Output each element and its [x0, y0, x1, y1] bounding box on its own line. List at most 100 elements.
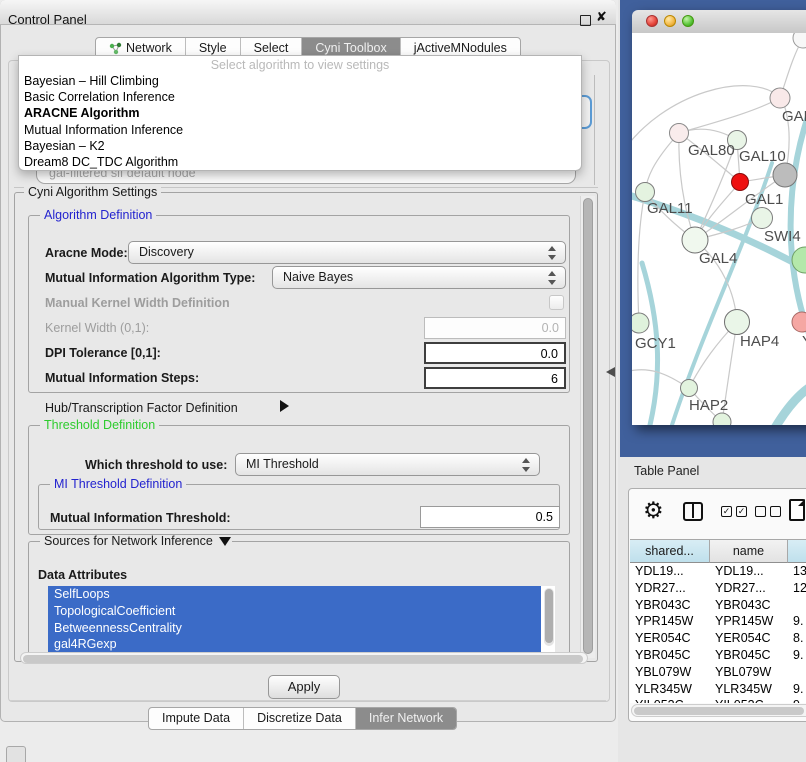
network-node[interactable]: [773, 163, 797, 187]
network-node[interactable]: [681, 380, 698, 397]
bottom-tab-discretize-data[interactable]: Discretize Data: [244, 708, 356, 729]
algorithm-option-bayesian-hill-climbing[interactable]: Bayesian – Hill Climbing: [19, 73, 581, 89]
column-layout-icon[interactable]: [683, 502, 703, 521]
table-cell[interactable]: YBR043C: [630, 597, 710, 614]
table-row[interactable]: YPR145WYPR145W9.: [630, 613, 806, 630]
mi-type-combo[interactable]: Naive Bayes: [272, 266, 566, 289]
data-attribute-item[interactable]: BetweennessCentrality: [48, 620, 541, 637]
data-attributes-list[interactable]: SelfLoopsTopologicalCoefficientBetweenne…: [48, 586, 555, 654]
expander-arrow-icon[interactable]: [280, 400, 289, 412]
apply-button[interactable]: Apply: [268, 675, 340, 699]
table-cell[interactable]: YBR043C: [710, 597, 788, 614]
dpi-tolerance-field[interactable]: 0.0: [424, 342, 566, 364]
kernel-width-field[interactable]: 0.0: [424, 317, 566, 339]
column-header[interactable]: [788, 539, 806, 563]
table-cell[interactable]: 13: [788, 563, 806, 580]
table-cell[interactable]: 9: [788, 697, 806, 703]
table-hscrollbar[interactable]: [631, 704, 806, 717]
column-header[interactable]: name: [710, 539, 788, 563]
collapse-arrow-icon[interactable]: [219, 537, 231, 546]
table-row[interactable]: YER054CYER054C8.: [630, 630, 806, 647]
table-cell[interactable]: YPR145W: [630, 613, 710, 630]
network-node[interactable]: [636, 183, 655, 202]
hub-definition-expander[interactable]: Hub/Transcription Factor Definition: [45, 401, 238, 415]
table-cell[interactable]: YLR345W: [630, 681, 710, 698]
mi-threshold-field[interactable]: 0.5: [420, 506, 560, 528]
table-cell[interactable]: 9.: [788, 681, 806, 698]
select-all-checks-icon[interactable]: ✓✓: [721, 506, 747, 517]
network-window-titlebar[interactable]: [632, 10, 806, 34]
algorithm-option-basic-correlation-inference[interactable]: Basic Correlation Inference: [19, 89, 581, 105]
network-node[interactable]: [792, 312, 806, 332]
aracne-mode-combo[interactable]: Discovery: [128, 241, 566, 264]
table-row[interactable]: YDL19...YDL19...13: [630, 563, 806, 580]
algorithm-option-aracne-algorithm[interactable]: ARACNE Algorithm: [19, 105, 581, 121]
network-view-window[interactable]: GALGAL80GAL10GAL11GAL1SWI4GAL4GCY1HAP4YH…: [632, 10, 806, 425]
algorithm-option-mutual-information-inference[interactable]: Mutual Information Inference: [19, 122, 581, 138]
manual-kernel-checkbox[interactable]: [549, 295, 564, 310]
control-panel-title: Control Panel: [8, 12, 87, 27]
table-cell[interactable]: YBR045C: [630, 647, 710, 664]
close-icon[interactable]: ✘: [596, 9, 607, 25]
table-cell[interactable]: YDL19...: [630, 563, 710, 580]
table-cell[interactable]: 9.: [788, 613, 806, 630]
network-canvas[interactable]: GALGAL80GAL10GAL11GAL1SWI4GAL4GCY1HAP4YH…: [632, 33, 806, 425]
float-window-icon[interactable]: [580, 15, 591, 26]
data-attribute-item[interactable]: TopologicalCoefficient: [48, 603, 541, 620]
table-cell[interactable]: YER054C: [630, 630, 710, 647]
new-file-icon[interactable]: [789, 499, 805, 521]
deselect-all-checks-icon[interactable]: [755, 506, 781, 517]
network-node[interactable]: [770, 88, 790, 108]
table-row[interactable]: YBR043CYBR043C: [630, 597, 806, 614]
node-label: Y: [802, 333, 806, 350]
table-cell[interactable]: YIL052C: [710, 697, 788, 703]
table-cell[interactable]: 12: [788, 580, 806, 597]
algorithm-option-dream8-dc-tdc-algorithm[interactable]: Dream8 DC_TDC Algorithm: [19, 154, 581, 170]
network-node[interactable]: [732, 174, 749, 191]
network-node[interactable]: [752, 208, 773, 229]
table-cell[interactable]: YDR27...: [710, 580, 788, 597]
settings-hscrollbar[interactable]: [20, 652, 588, 664]
table-cell[interactable]: YIL052C: [630, 697, 710, 703]
sources-group-title[interactable]: Sources for Network Inference: [40, 535, 232, 548]
table-row[interactable]: YBR045CYBR045C9.: [630, 647, 806, 664]
bottom-tab-impute-data[interactable]: Impute Data: [149, 708, 244, 729]
network-node[interactable]: [670, 124, 689, 143]
minimize-traffic-icon[interactable]: [664, 15, 676, 27]
close-traffic-icon[interactable]: [646, 15, 658, 27]
network-node[interactable]: [632, 313, 649, 333]
table-row[interactable]: YIL052CYIL052C9: [630, 697, 806, 703]
which-threshold-combo[interactable]: MI Threshold: [235, 453, 540, 476]
minimized-panel-icon[interactable]: [6, 746, 26, 762]
maximize-traffic-icon[interactable]: [682, 15, 694, 27]
table-cell[interactable]: YLR345W: [710, 681, 788, 698]
table-cell[interactable]: 9.: [788, 647, 806, 664]
mi-steps-field[interactable]: 6: [424, 367, 566, 389]
table-row[interactable]: YLR345WYLR345W9.: [630, 681, 806, 698]
data-attribute-item[interactable]: SelfLoops: [48, 586, 541, 603]
settings-scrollbar[interactable]: [580, 196, 595, 658]
network-node[interactable]: [793, 33, 806, 48]
list-scrollbar[interactable]: [544, 588, 554, 646]
table-cell[interactable]: YDR27...: [630, 580, 710, 597]
table-row[interactable]: YDR27...YDR27...12: [630, 580, 806, 597]
gear-icon[interactable]: ⚙: [643, 497, 664, 524]
column-header[interactable]: shared...: [630, 539, 710, 563]
network-node[interactable]: [713, 413, 731, 425]
algorithm-option-bayesian-k2[interactable]: Bayesian – K2: [19, 138, 581, 154]
data-attribute-item[interactable]: gal4RGexp: [48, 636, 541, 653]
table-cell[interactable]: YBL079W: [630, 664, 710, 681]
table-cell[interactable]: [788, 597, 806, 614]
bottom-tab-infer-network[interactable]: Infer Network: [356, 708, 456, 729]
control-panel-titlebar[interactable]: [0, 0, 616, 25]
table-cell[interactable]: YPR145W: [710, 613, 788, 630]
network-node[interactable]: [725, 310, 750, 335]
table-cell[interactable]: 8.: [788, 630, 806, 647]
node-label: GAL11: [647, 200, 693, 217]
table-cell[interactable]: YBR045C: [710, 647, 788, 664]
table-cell[interactable]: [788, 664, 806, 681]
table-cell[interactable]: YER054C: [710, 630, 788, 647]
table-cell[interactable]: YBL079W: [710, 664, 788, 681]
table-cell[interactable]: YDL19...: [710, 563, 788, 580]
table-row[interactable]: YBL079WYBL079W: [630, 664, 806, 681]
